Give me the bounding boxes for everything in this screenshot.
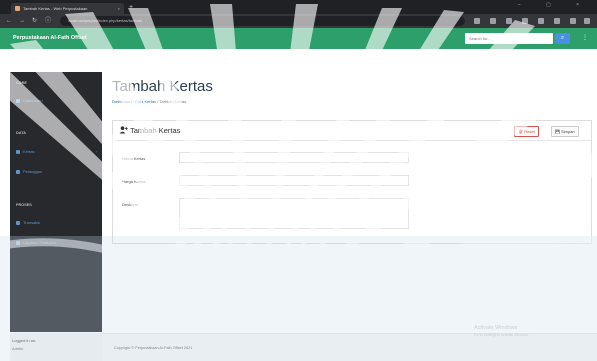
sidebar-heading-proses: PROSES bbox=[16, 203, 32, 207]
nama-kertas-label: Nama Kertas bbox=[122, 156, 146, 161]
browser-tab-bar: Tambah Kertas - Web Perpustakaan × + – ▢… bbox=[0, 0, 597, 14]
page-title: Tambah Kertas bbox=[112, 78, 213, 95]
form-panel: Tambah Kertas 🗑 Reset 💾 Simpan Nama Kert… bbox=[112, 120, 592, 244]
sidebar-item-dashboard[interactable]: Dashboard bbox=[16, 98, 43, 103]
logged-in-user: Admin bbox=[12, 346, 24, 351]
sidebar-item-laporan-transaksi[interactable]: Laporan Transaksi bbox=[16, 240, 56, 245]
save-icon: 💾 bbox=[555, 129, 560, 134]
sidebar-footer: Logged in as: Admin bbox=[10, 333, 102, 361]
breadcrumb-data-kertas[interactable]: Data Kertas bbox=[135, 99, 156, 104]
watermark-line2: Go to Settings to activate Windows. bbox=[474, 333, 530, 337]
window-controls[interactable]: – ▢ × bbox=[518, 2, 591, 8]
close-tab-icon[interactable]: × bbox=[118, 3, 120, 14]
new-tab-button[interactable]: + bbox=[129, 3, 133, 12]
panel-title: Tambah Kertas bbox=[119, 121, 180, 141]
browser-toolbar: ← → ↻ ⓘ localhost/perpus/index.php/kerta… bbox=[0, 14, 597, 28]
file-icon bbox=[16, 149, 20, 154]
page-footer: Copyright © Perpustakaan Al-Fath Offset … bbox=[102, 333, 597, 361]
extension-icon[interactable] bbox=[506, 18, 512, 24]
logged-in-label: Logged in as: bbox=[12, 338, 37, 343]
profile-icon[interactable] bbox=[570, 18, 576, 24]
extension-icon[interactable] bbox=[554, 18, 560, 24]
sidebar-item-kertas[interactable]: Kertas › bbox=[16, 149, 97, 154]
save-button[interactable]: 💾 Simpan bbox=[551, 126, 579, 137]
search-button[interactable]: ⌕ bbox=[555, 33, 570, 44]
favicon-icon bbox=[15, 6, 20, 11]
activation-watermark: Activate Windows Go to Settings to activ… bbox=[474, 325, 529, 337]
address-bar[interactable]: localhost/perpus/index.php/kertas/tambah bbox=[60, 16, 465, 26]
deskripsi-label: Deskripsi bbox=[122, 202, 139, 207]
dashboard-icon bbox=[16, 98, 20, 103]
app-navbar: Perpustakaan Al-Fath Offset ⌕ ⋮ bbox=[0, 28, 597, 49]
browser-tab[interactable]: Tambah Kertas - Web Perpustakaan × bbox=[11, 3, 124, 14]
browser-tab-title: Tambah Kertas - Web Perpustakaan bbox=[23, 6, 88, 11]
panel-header: Tambah Kertas 🗑 Reset 💾 Simpan bbox=[113, 121, 591, 141]
extension-icon[interactable] bbox=[490, 18, 496, 24]
cart-icon bbox=[16, 220, 20, 225]
footer-copyright: Copyright © Perpustakaan Al-Fath Offset … bbox=[114, 346, 193, 350]
extension-icon[interactable] bbox=[474, 18, 480, 24]
deskripsi-textarea[interactable] bbox=[179, 198, 409, 229]
harga-kertas-label: Harga Kertas bbox=[122, 179, 146, 184]
lock-icon: ⓘ bbox=[45, 18, 52, 24]
breadcrumb: Dashboard / Data Kertas / Tambah Kertas bbox=[112, 99, 187, 104]
trash-icon: 🗑 bbox=[518, 129, 524, 134]
chevron-right-icon: › bbox=[96, 149, 98, 154]
breadcrumb-dashboard[interactable]: Dashboard bbox=[112, 99, 132, 104]
reload-icon[interactable]: ↻ bbox=[32, 17, 37, 25]
forward-icon[interactable]: → bbox=[19, 17, 25, 25]
sidebar-heading-core: CORE bbox=[16, 81, 27, 85]
harga-kertas-input[interactable] bbox=[179, 175, 409, 186]
sidebar-item-transaksi[interactable]: Transaksi bbox=[16, 220, 40, 225]
extension-icon[interactable] bbox=[538, 18, 544, 24]
sidebar-item-pelanggan[interactable]: Pelanggan bbox=[16, 169, 42, 174]
sidebar-heading-data: DATA bbox=[16, 131, 26, 135]
report-icon bbox=[16, 240, 20, 245]
brand-title[interactable]: Perpustakaan Al-Fath Offset bbox=[13, 28, 87, 49]
sidebar: CORE Dashboard DATA Kertas › Pelanggan P… bbox=[10, 72, 102, 332]
watermark-line1: Activate Windows bbox=[474, 325, 518, 331]
user-menu-icon[interactable]: ⋮ bbox=[582, 28, 588, 49]
nama-kertas-input[interactable] bbox=[179, 152, 409, 163]
extension-icon[interactable] bbox=[522, 18, 528, 24]
add-user-icon bbox=[119, 126, 128, 134]
breadcrumb-current: Tambah Kertas bbox=[159, 99, 187, 104]
reset-button[interactable]: 🗑 Reset bbox=[514, 126, 539, 137]
menu-icon[interactable] bbox=[584, 18, 590, 24]
back-icon[interactable]: ← bbox=[6, 17, 12, 25]
users-icon bbox=[16, 169, 20, 174]
search-input[interactable] bbox=[465, 33, 553, 44]
